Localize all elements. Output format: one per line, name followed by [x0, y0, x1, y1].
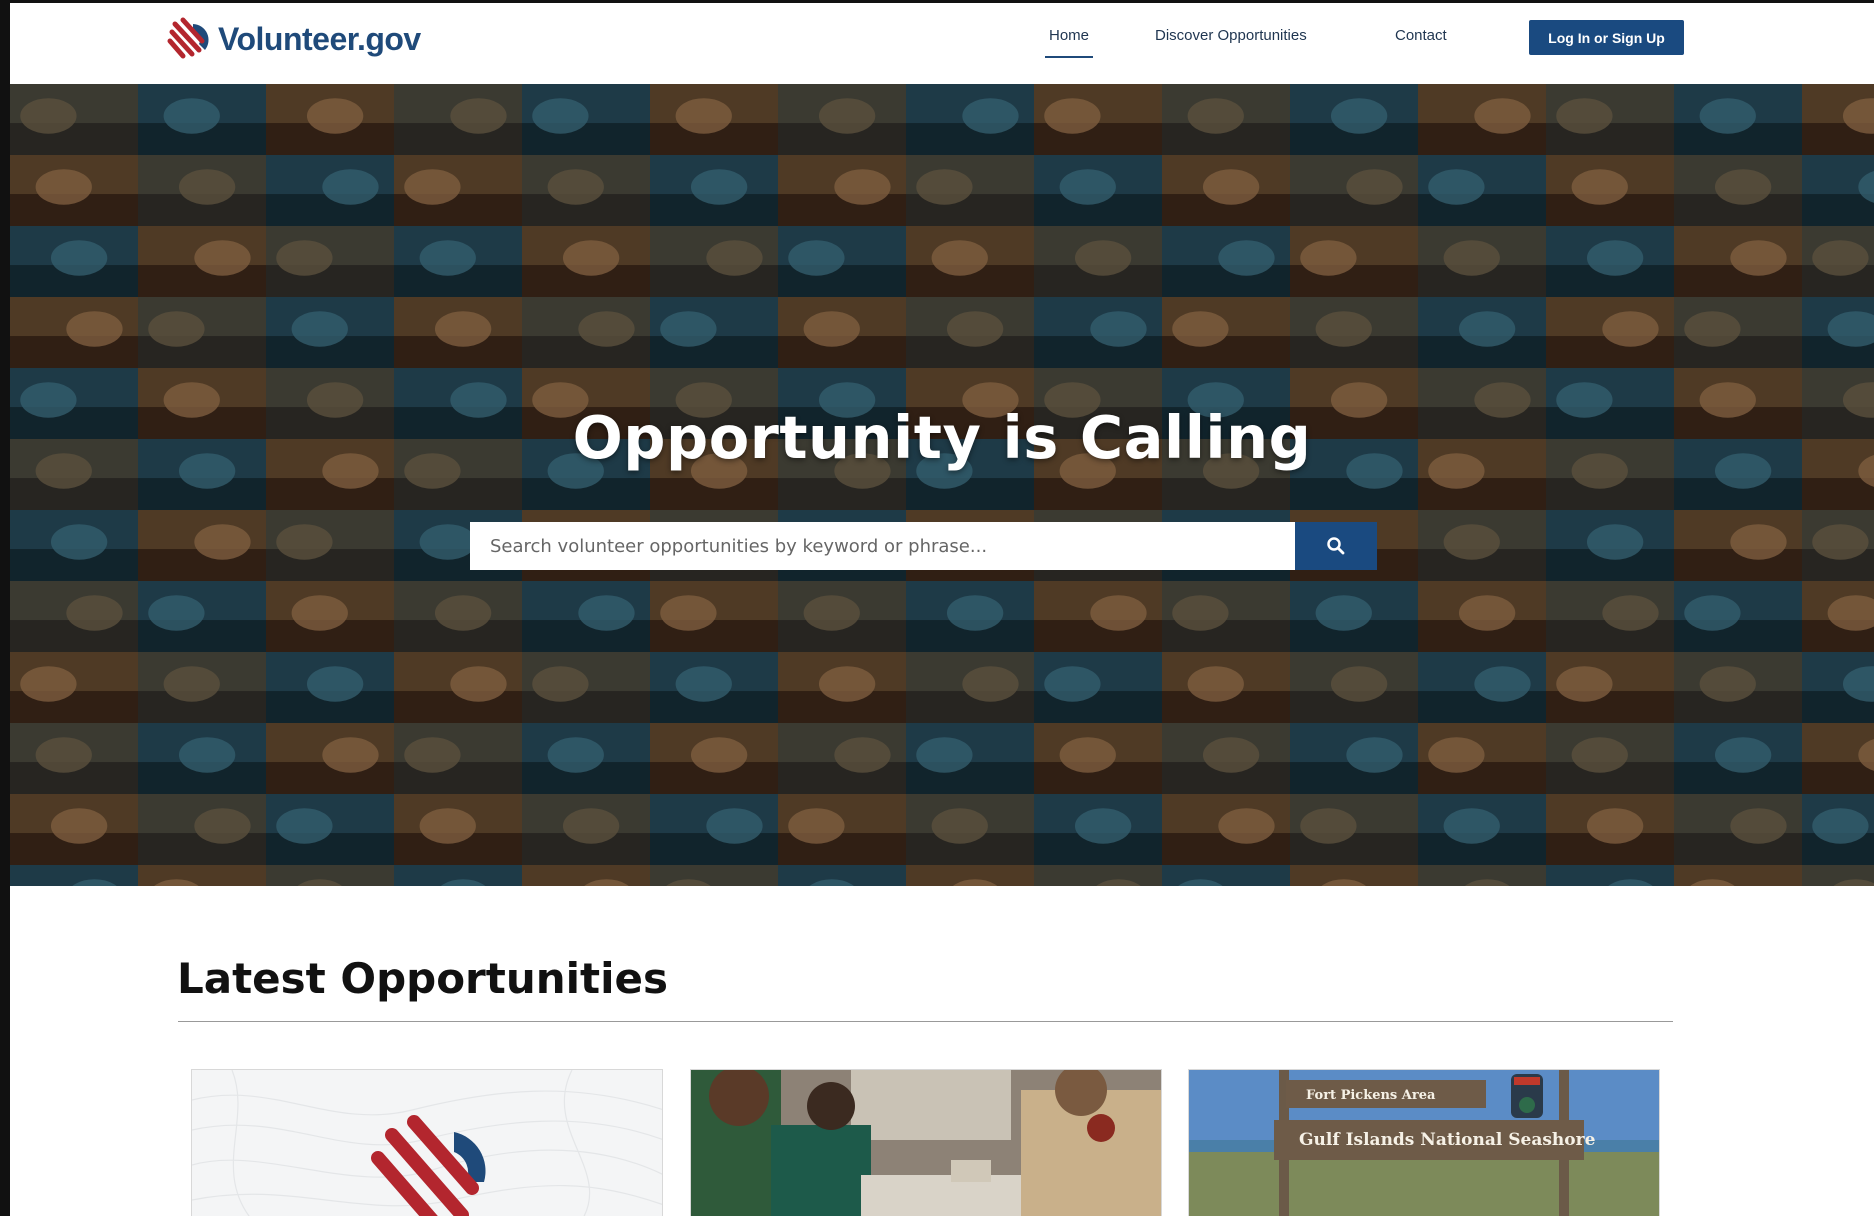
nav-item-home[interactable]: Home: [1045, 25, 1094, 58]
opportunity-card[interactable]: [191, 1069, 663, 1216]
search-input[interactable]: [470, 522, 1295, 570]
volunteer-gov-logo-icon: [167, 17, 209, 59]
browser-frame: Volunteer.gov Home Discover Opportunitie…: [0, 0, 1874, 1216]
search-button[interactable]: [1295, 522, 1377, 570]
hero-title: Opportunity is Calling: [572, 403, 1312, 472]
opportunity-card[interactable]: [690, 1069, 1162, 1216]
latest-opportunities-heading: Latest Opportunities: [177, 954, 668, 1003]
hero-search: [470, 522, 1377, 570]
site-header: Volunteer.gov Home Discover Opportunitie…: [10, 3, 1874, 84]
section-divider: [178, 1021, 1673, 1022]
hero-banner: Opportunity is Calling: [10, 84, 1874, 886]
nav-item-contact[interactable]: Contact: [1391, 25, 1451, 56]
site-name: Volunteer.gov: [218, 20, 421, 57]
nav-item-discover-opportunities[interactable]: Discover Opportunities: [1151, 25, 1311, 56]
volunteer-gov-logo-icon: [192, 1070, 662, 1216]
search-icon: [1327, 537, 1345, 555]
login-signup-button[interactable]: Log In or Sign Up: [1529, 20, 1684, 55]
opportunity-card[interactable]: Fort Pickens Area Gulf Islands National …: [1188, 1069, 1660, 1216]
hero-photo-mosaic: [10, 84, 1874, 886]
site-logo[interactable]: Volunteer.gov: [166, 15, 421, 63]
card-sign-top: Fort Pickens Area: [1306, 1088, 1436, 1103]
card-sign-main: Gulf Islands National Seashore: [1299, 1130, 1596, 1150]
card-photo: [691, 1070, 1161, 1216]
